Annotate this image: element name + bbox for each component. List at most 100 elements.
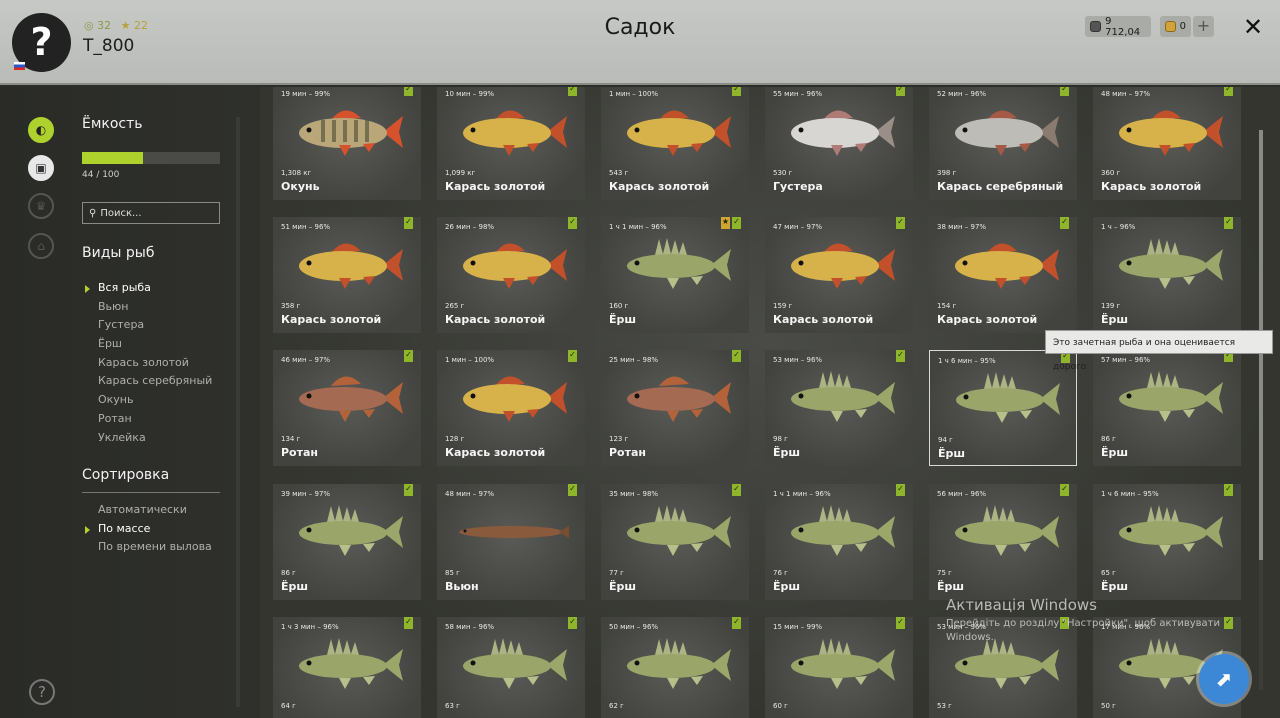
screenshot-tool-button[interactable]: ⬈: [1199, 654, 1249, 704]
bookmark-icon[interactable]: ✓: [732, 617, 741, 629]
trophy-icon[interactable]: ♛: [28, 193, 54, 219]
species-filter-item[interactable]: Ротан: [98, 410, 212, 429]
fish-catch-time: 1 ч 1 мин – 96%: [773, 490, 831, 498]
bookmark-icon[interactable]: ✓: [1060, 87, 1069, 96]
bookmark-icon[interactable]: ✓: [404, 484, 413, 496]
fish-card[interactable]: 46 мин – 97% ✓ 134 г Ротан: [273, 350, 421, 466]
bookmark-icon[interactable]: ✓: [404, 87, 413, 96]
fish-card[interactable]: 15 мин – 99% ✓ 60 г: [765, 617, 913, 718]
species-filter-item[interactable]: Уклейка: [98, 429, 212, 448]
sort-option[interactable]: По массе: [85, 520, 212, 539]
fish-card[interactable]: 1 ч – 96% ✓ 139 г Ёрш: [1093, 217, 1241, 333]
windows-activation-text: Перейдіть до розділу "Настройки", щоб ак…: [946, 618, 1220, 629]
fish-card[interactable]: 1 ч 1 мин – 96% ✓ ★ 160 г Ёрш: [601, 217, 749, 333]
bookmark-icon[interactable]: ✓: [732, 217, 741, 229]
fish-card[interactable]: 50 мин – 96% ✓ 62 г: [601, 617, 749, 718]
fish-card[interactable]: 39 мин – 97% ✓ 86 г Ёрш: [273, 484, 421, 600]
species-filter-item[interactable]: Вся рыба: [84, 279, 212, 298]
species-filter-item[interactable]: Карась серебряный: [98, 372, 212, 391]
fish-catch-time: 57 мин – 96%: [1101, 356, 1151, 364]
bookmark-icon[interactable]: ✓: [732, 484, 741, 496]
fish-card[interactable]: 57 мин – 96%✓86 гЁрш: [1093, 350, 1241, 466]
fish-card[interactable]: 55 мин – 96% ✓ 530 г Густера: [765, 87, 913, 200]
bookmark-icon[interactable]: ✓: [568, 617, 577, 629]
fish-weight: 62 г: [609, 702, 624, 710]
fish-name: Ёрш: [1101, 446, 1129, 459]
bookmark-icon[interactable]: ✓: [896, 217, 905, 229]
fish-image: [299, 376, 403, 422]
bookmark-icon[interactable]: ✓: [568, 484, 577, 496]
sort-option[interactable]: По времени вылова: [98, 538, 212, 557]
bookmark-icon[interactable]: ✓: [1224, 217, 1233, 229]
bookmark-icon[interactable]: ✓: [1224, 484, 1233, 496]
fish-card[interactable]: 1 мин – 100% ✓ 543 г Карась золотой: [601, 87, 749, 200]
fish-name: Карась золотой: [445, 180, 546, 193]
fish-card[interactable]: 52 мин – 96% ✓ 398 г Карась серебряный: [929, 87, 1077, 200]
fish-weight: 63 г: [445, 702, 460, 710]
fish-card[interactable]: 10 мин – 99% ✓ 1,099 кг Карась золотой: [437, 87, 585, 200]
fish-card[interactable]: 1 ч 3 мин – 96% ✓ 64 г: [273, 617, 421, 718]
bookmark-icon[interactable]: ✓: [896, 484, 905, 496]
bookmark-icon[interactable]: ✓: [732, 87, 741, 96]
bookmark-icon[interactable]: ✓: [1224, 617, 1233, 629]
bookmark-icon[interactable]: ✓: [404, 617, 413, 629]
species-filter-item[interactable]: Карась золотой: [98, 354, 212, 373]
sort-option[interactable]: Автоматически: [98, 501, 212, 520]
add-currency-button[interactable]: +: [1193, 16, 1214, 37]
search-input[interactable]: ⚲ Поиск...: [82, 202, 220, 224]
fish-image: [463, 376, 567, 422]
fish-weight: 530 г: [773, 169, 793, 177]
close-button[interactable]: ✕: [1241, 13, 1265, 41]
fish-name: Карась золотой: [937, 313, 1038, 326]
panel-divider: [236, 117, 240, 707]
bookmark-icon[interactable]: ✓: [1060, 484, 1069, 496]
species-filter-item[interactable]: Вьюн: [98, 298, 212, 317]
bookmark-icon[interactable]: ✓: [1224, 87, 1233, 96]
species-filter-item[interactable]: Густера: [98, 316, 212, 335]
fish-card[interactable]: 1 мин – 100% ✓ 128 г Карась золотой: [437, 350, 585, 466]
fish-card[interactable]: 53 мин – 96% ✓ 98 г Ёрш: [765, 350, 913, 466]
fish-weight: 1,308 кг: [281, 169, 312, 177]
fish-card[interactable]: 1 ч 1 мин – 96% ✓ 76 г Ёрш: [765, 484, 913, 600]
fish-image: [955, 243, 1059, 289]
bookmark-icon[interactable]: ✓: [1060, 217, 1069, 229]
home-icon[interactable]: ⌂: [28, 233, 54, 259]
bookmark-icon[interactable]: ✓: [896, 87, 905, 96]
fish-card[interactable]: 26 мин – 98% ✓ 265 г Карась золотой: [437, 217, 585, 333]
fish-weight: 86 г: [281, 569, 296, 577]
help-icon[interactable]: ?: [29, 679, 55, 705]
bookmark-icon[interactable]: ✓: [568, 87, 577, 96]
bag-icon[interactable]: ▣: [28, 155, 54, 181]
fish-image: [463, 243, 567, 289]
fish-image: [955, 110, 1059, 156]
fish-card[interactable]: 1 ч 6 мин – 95% ✓ 65 г Ёрш: [1093, 484, 1241, 600]
tooltip: Это зачетная рыба и она оценивается доро…: [1045, 330, 1273, 372]
fish-keepnet-icon[interactable]: ◐: [28, 117, 54, 143]
fish-card[interactable]: 48 мин – 97% ✓ 360 г Карась золотой: [1093, 87, 1241, 200]
species-filter-item[interactable]: Ёрш: [98, 335, 212, 354]
fish-card[interactable]: 38 мин – 97% ✓ 154 г Карась золотой: [929, 217, 1077, 333]
fish-image: [459, 526, 569, 538]
fish-name: Ёрш: [609, 313, 637, 326]
fish-card[interactable]: 58 мин – 96% ✓ 63 г: [437, 617, 585, 718]
fish-card[interactable]: 35 мин – 98% ✓ 77 г Ёрш: [601, 484, 749, 600]
species-filter-item[interactable]: Окунь: [98, 391, 212, 410]
bookmark-icon[interactable]: ✓: [568, 350, 577, 362]
bookmark-icon[interactable]: ✓: [404, 350, 413, 362]
fish-card[interactable]: 47 мин – 97% ✓ 159 г Карась золотой: [765, 217, 913, 333]
fish-card[interactable]: 25 мин – 98% ✓ 123 г Ротан: [601, 350, 749, 466]
fish-card[interactable]: 48 мин – 97% ✓ 85 г Вьюн: [437, 484, 585, 600]
capacity-text: 44 / 100: [82, 170, 120, 180]
fish-name: Карась серебряный: [937, 180, 1064, 193]
bookmark-icon[interactable]: ✓: [896, 617, 905, 629]
bookmark-icon[interactable]: ✓: [732, 350, 741, 362]
fish-name: Ёрш: [281, 580, 309, 593]
fish-weight: 128 г: [445, 435, 465, 443]
fish-card[interactable]: 19 мин – 99% ✓ 1,308 кг Окунь: [273, 87, 421, 200]
capacity-bar: [82, 152, 220, 164]
bookmark-icon[interactable]: ✓: [404, 217, 413, 229]
fish-card[interactable]: 56 мин – 96% ✓ 75 г Ёрш: [929, 484, 1077, 600]
bookmark-icon[interactable]: ✓: [568, 217, 577, 229]
fish-card[interactable]: 51 мин – 96% ✓ 358 г Карась золотой: [273, 217, 421, 333]
bookmark-icon[interactable]: ✓: [896, 350, 905, 362]
